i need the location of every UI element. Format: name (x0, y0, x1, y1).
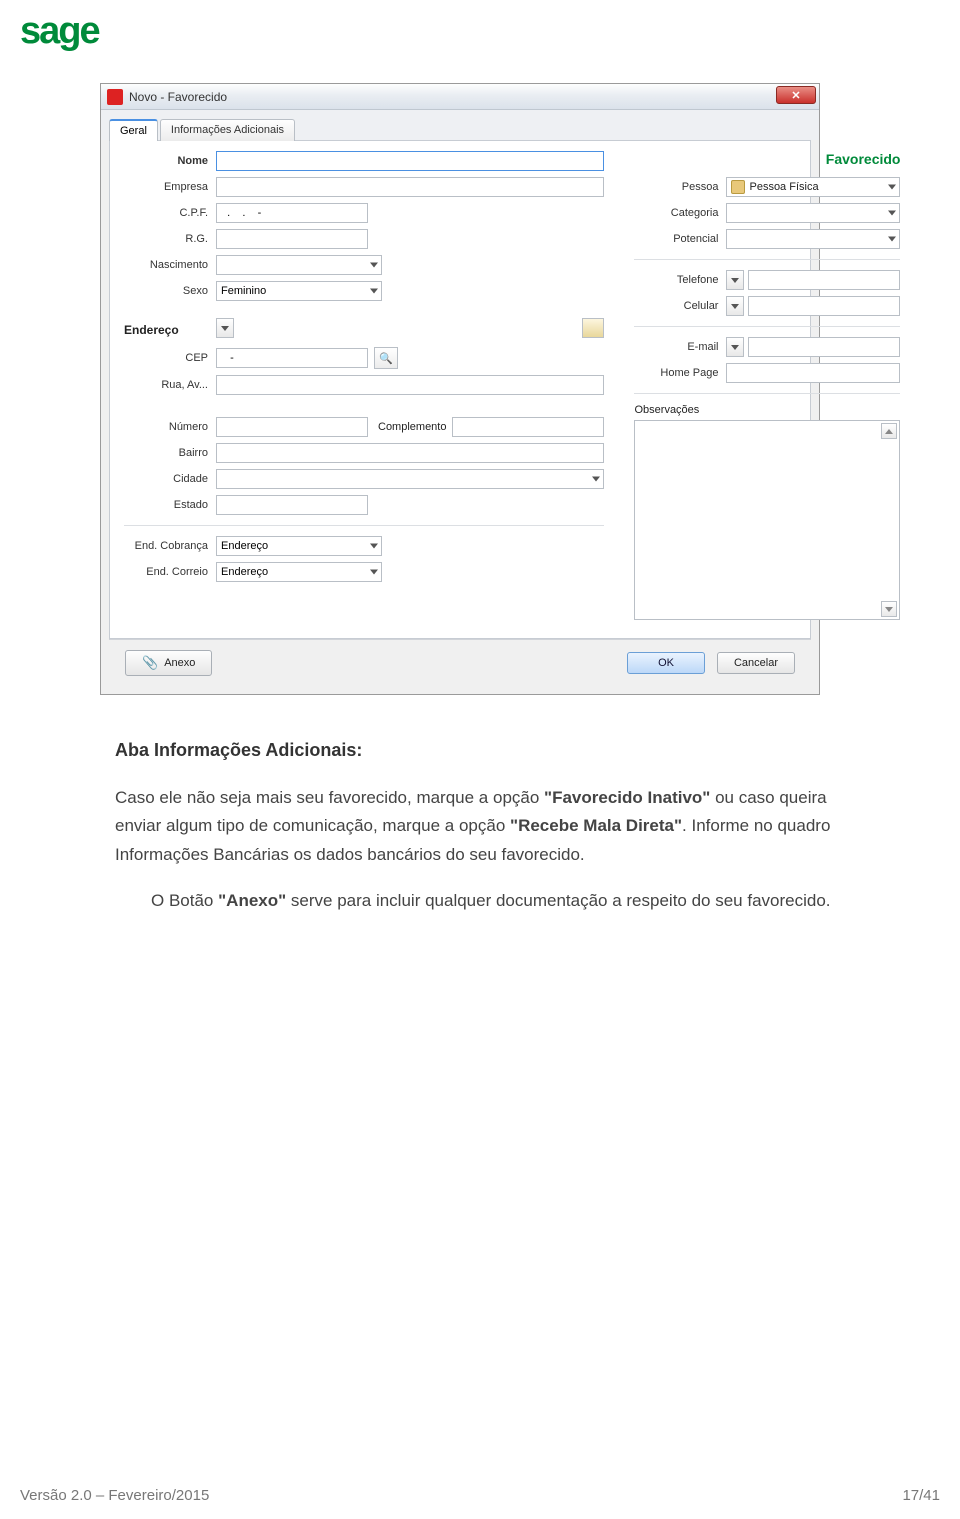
input-cpf[interactable] (216, 203, 368, 223)
label-email: E-mail (634, 341, 726, 353)
label-end-correio: End. Correio (124, 566, 216, 578)
search-icon: 🔍 (379, 352, 393, 365)
label-numero: Número (124, 421, 216, 433)
input-rg[interactable] (216, 229, 368, 249)
celular-type-button[interactable] (726, 296, 744, 316)
label-empresa: Empresa (124, 181, 216, 193)
select-end-correio[interactable] (216, 562, 382, 582)
tabstrip: Geral Informações Adicionais (101, 110, 819, 140)
person-icon (731, 180, 745, 194)
divider (634, 259, 900, 260)
pessoa-value: Pessoa Física (749, 181, 818, 193)
label-pessoa: Pessoa (634, 181, 726, 193)
label-complemento: Complemento (378, 421, 452, 433)
cancelar-button[interactable]: Cancelar (717, 652, 795, 674)
app-icon (107, 89, 123, 105)
search-cep-button[interactable]: 🔍 (374, 347, 398, 369)
select-sexo[interactable] (216, 281, 382, 301)
right-column: Favorecido Pessoa Pessoa Física Catego (634, 151, 900, 620)
footer-page: 17/41 (902, 1487, 940, 1504)
chevron-down-icon[interactable] (370, 570, 378, 575)
dialog-window: Novo - Favorecido ✕ Geral Informações Ad… (100, 83, 820, 695)
scroll-down-button[interactable] (881, 601, 897, 617)
scroll-up-button[interactable] (881, 423, 897, 439)
input-estado[interactable] (216, 495, 368, 515)
label-telefone: Telefone (634, 274, 726, 286)
input-telefone[interactable] (748, 270, 900, 290)
triangle-up-icon (885, 429, 893, 434)
chevron-down-icon[interactable] (370, 289, 378, 294)
left-column: Nome Empresa C.P.F. R.G. (124, 151, 604, 620)
divider (634, 393, 900, 394)
label-cpf: C.P.F. (124, 207, 216, 219)
select-cidade[interactable] (216, 469, 604, 489)
input-nome[interactable] (216, 151, 604, 171)
footer-version: Versão 2.0 – Fevereiro/2015 (20, 1487, 209, 1504)
paperclip-icon: 📎 (142, 655, 158, 671)
doc-paragraph-2: O Botão "Anexo" serve para incluir qualq… (115, 887, 850, 916)
divider (124, 525, 604, 526)
doc-heading: Aba Informações Adicionais: (115, 735, 850, 766)
anexo-button[interactable]: 📎 Anexo (125, 650, 212, 676)
label-cidade: Cidade (124, 473, 216, 485)
input-bairro[interactable] (216, 443, 604, 463)
label-potencial: Potencial (634, 233, 726, 245)
label-celular: Celular (634, 300, 726, 312)
document-body: Aba Informações Adicionais: Caso ele não… (115, 735, 850, 916)
anexo-label: Anexo (164, 657, 195, 669)
button-row: 📎 Anexo OK Cancelar (109, 639, 811, 686)
page-footer: Versão 2.0 – Fevereiro/2015 17/41 (20, 1487, 940, 1504)
chevron-down-icon[interactable] (888, 237, 896, 242)
doc-paragraph-1: Caso ele não seja mais seu favorecido, m… (115, 784, 850, 871)
select-pessoa[interactable]: Pessoa Física (726, 177, 900, 197)
ok-button[interactable]: OK (627, 652, 705, 674)
chevron-down-icon[interactable] (888, 211, 896, 216)
input-nascimento[interactable] (216, 255, 382, 275)
heading-favorecido: Favorecido (634, 151, 900, 167)
label-cep: CEP (124, 352, 216, 364)
tab-informacoes-adicionais[interactable]: Informações Adicionais (160, 119, 295, 141)
label-sexo: Sexo (124, 285, 216, 297)
email-type-button[interactable] (726, 337, 744, 357)
panel-geral: Nome Empresa C.P.F. R.G. (109, 140, 811, 639)
input-celular[interactable] (748, 296, 900, 316)
input-numero[interactable] (216, 417, 368, 437)
endereco-dropdown-button[interactable] (216, 318, 234, 338)
triangle-down-icon (885, 607, 893, 612)
sage-logo: sage (20, 10, 940, 53)
input-email[interactable] (748, 337, 900, 357)
label-homepage: Home Page (634, 367, 726, 379)
label-end-cobranca: End. Cobrança (124, 540, 216, 552)
label-rua: Rua, Av... (124, 379, 216, 391)
input-complemento[interactable] (452, 417, 604, 437)
window-title: Novo - Favorecido (129, 90, 227, 104)
chevron-down-icon[interactable] (370, 544, 378, 549)
chevron-down-icon[interactable] (888, 185, 896, 190)
select-potencial[interactable] (726, 229, 900, 249)
label-estado: Estado (124, 499, 216, 511)
tab-geral[interactable]: Geral (109, 119, 158, 141)
chevron-down-icon[interactable] (370, 263, 378, 268)
chevron-down-icon[interactable] (592, 477, 600, 482)
label-observacoes: Observações (634, 404, 900, 416)
telefone-type-button[interactable] (726, 270, 744, 290)
label-nascimento: Nascimento (124, 259, 216, 271)
section-endereco: Endereço (124, 323, 216, 337)
textarea-observacoes[interactable] (634, 420, 900, 620)
input-empresa[interactable] (216, 177, 604, 197)
label-bairro: Bairro (124, 447, 216, 459)
input-cep[interactable] (216, 348, 368, 368)
label-categoria: Categoria (634, 207, 726, 219)
label-rg: R.G. (124, 233, 216, 245)
divider (634, 326, 900, 327)
select-end-cobranca[interactable] (216, 536, 382, 556)
label-nome: Nome (124, 155, 216, 167)
titlebar: Novo - Favorecido ✕ (101, 84, 819, 110)
input-rua[interactable] (216, 375, 604, 395)
map-icon[interactable] (582, 318, 604, 338)
input-homepage[interactable] (726, 363, 900, 383)
close-button[interactable]: ✕ (776, 86, 816, 104)
select-categoria[interactable] (726, 203, 900, 223)
